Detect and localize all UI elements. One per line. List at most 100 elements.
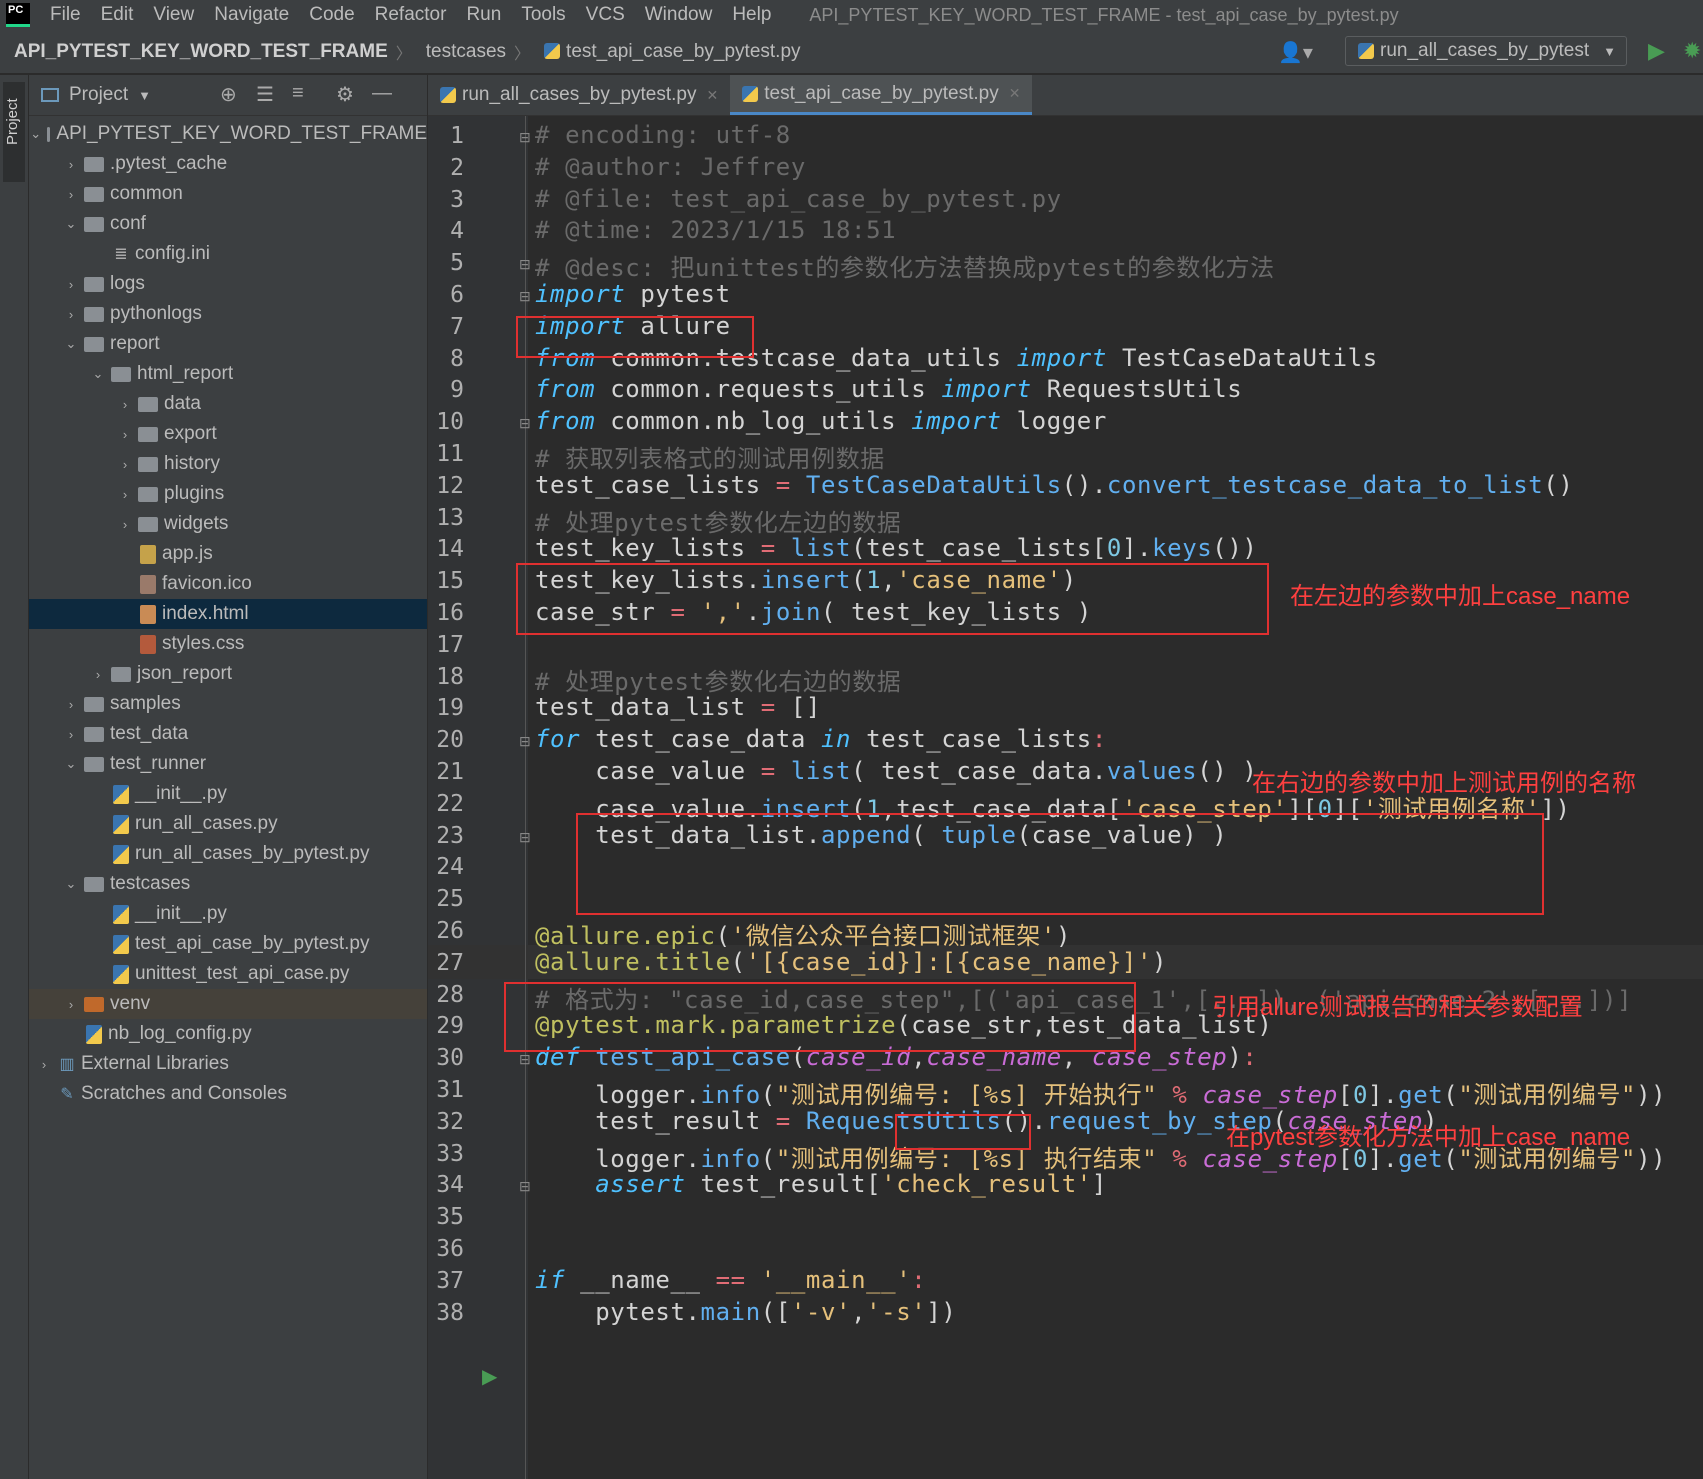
expand-all-icon[interactable]: ☰ (256, 82, 274, 107)
chevron-right-icon[interactable]: › (64, 307, 78, 322)
chevron-down-icon[interactable]: ⌄ (30, 126, 41, 142)
tree-item[interactable]: index.html (29, 599, 427, 629)
tab-test-api-case-by-pytest[interactable]: test_api_case_by_pytest.py ✕ (730, 75, 1033, 115)
tree-item[interactable]: › samples (29, 689, 427, 719)
chevron-down-icon[interactable]: ⌄ (64, 756, 78, 772)
tree-item[interactable]: unittest_test_api_case.py (29, 959, 427, 989)
menu-vcs[interactable]: VCS (586, 4, 625, 26)
chevron-down-icon[interactable]: ⌄ (64, 876, 78, 892)
chevron-right-icon[interactable]: › (118, 487, 132, 502)
fold-marker-icon[interactable]: ⊟ (519, 1178, 531, 1195)
chevron-right-icon[interactable]: › (37, 1057, 51, 1072)
tree-item[interactable]: › .pytest_cache (29, 149, 427, 179)
tree-item[interactable]: run_all_cases_by_pytest.py (29, 839, 427, 869)
collapse-all-icon[interactable]: ≡ (292, 82, 304, 105)
tree-item[interactable]: styles.css (29, 629, 427, 659)
chevron-right-icon[interactable]: › (64, 697, 78, 712)
chevron-down-icon[interactable]: ⌄ (91, 366, 105, 382)
tree-item-label: unittest_test_api_case.py (135, 963, 350, 984)
tree-item[interactable]: › venv (29, 989, 427, 1019)
menu-run[interactable]: Run (466, 4, 501, 26)
tree-item[interactable]: test_api_case_by_pytest.py (29, 929, 427, 959)
folder-icon (84, 216, 104, 232)
tree-item[interactable]: › logs (29, 269, 427, 299)
breadcrumb-file[interactable]: test_api_case_by_pytest.py (544, 41, 801, 63)
chevron-down-icon[interactable]: ⌄ (64, 336, 78, 352)
menu-edit[interactable]: Edit (101, 4, 134, 26)
menu-refactor[interactable]: Refactor (375, 4, 447, 26)
run-configuration-select[interactable]: run_all_cases_by_pytest ▼ (1345, 36, 1627, 66)
tree-item[interactable]: ⌄ test_runner (29, 749, 427, 779)
fold-marker-icon[interactable]: ⊟ (519, 733, 531, 750)
tree-item[interactable]: run_all_cases.py (29, 809, 427, 839)
code-token: = (760, 534, 776, 563)
tree-item[interactable]: › export (29, 419, 427, 449)
minimize-icon[interactable]: — (372, 82, 392, 105)
debug-bug-icon[interactable]: ✹ (1683, 38, 1701, 64)
chevron-right-icon[interactable]: › (64, 997, 78, 1012)
user-icon[interactable]: 👤▾ (1278, 40, 1313, 65)
tree-item[interactable]: __init__.py (29, 779, 427, 809)
menu-navigate[interactable]: Navigate (214, 4, 289, 26)
tree-item[interactable]: ⌄ html_report (29, 359, 427, 389)
fold-marker-icon[interactable]: ⊟ (519, 829, 531, 846)
chevron-right-icon[interactable]: › (91, 667, 105, 682)
breadcrumb-project[interactable]: API_PYTEST_KEY_WORD_TEST_FRAME (14, 41, 388, 63)
tab-run-all-cases-by-pytest[interactable]: run_all_cases_by_pytest.py ✕ (428, 75, 730, 115)
fold-marker-icon[interactable]: ⊟ (519, 288, 531, 305)
breadcrumb-testcases[interactable]: testcases (426, 41, 506, 63)
menu-window[interactable]: Window (645, 4, 713, 26)
js-file-icon (140, 544, 156, 564)
project-window-icon (41, 88, 59, 102)
close-icon[interactable]: ✕ (1009, 85, 1021, 102)
close-icon[interactable]: ✕ (706, 87, 718, 104)
chevron-right-icon[interactable]: › (64, 187, 78, 202)
chevron-right-icon[interactable]: › (64, 157, 78, 172)
tree-item[interactable]: app.js (29, 539, 427, 569)
menu-view[interactable]: View (153, 4, 194, 26)
tree-item[interactable]: › widgets (29, 509, 427, 539)
highlight-box-import-allure (516, 316, 754, 358)
tree-item[interactable]: › ▥ External Libraries (29, 1049, 427, 1079)
fold-marker-icon[interactable]: ⊟ (519, 415, 531, 432)
chevron-right-icon[interactable]: › (118, 397, 132, 412)
tree-item[interactable]: favicon.ico (29, 569, 427, 599)
menu-tools[interactable]: Tools (521, 4, 565, 26)
chevron-right-icon[interactable]: › (118, 517, 132, 532)
tree-item[interactable]: › pythonlogs (29, 299, 427, 329)
chevron-right-icon[interactable]: › (118, 457, 132, 472)
annotation-parametrize-case-name: 在pytest参数化方法中加上case_name (1226, 1124, 1631, 1151)
line-number: 9 (450, 377, 464, 404)
run-gutter-icon[interactable]: ▶ (482, 1364, 497, 1389)
chevron-down-icon[interactable]: ⌄ (64, 216, 78, 232)
tree-item[interactable]: ⌄ testcases (29, 869, 427, 899)
line-number: 21 (436, 759, 464, 785)
code-token: values (1106, 757, 1198, 785)
tree-item[interactable]: › data (29, 389, 427, 419)
chevron-right-icon[interactable]: › (64, 727, 78, 742)
tree-item[interactable]: nb_log_config.py (29, 1019, 427, 1049)
gear-icon[interactable]: ⚙ (336, 82, 354, 107)
menu-file[interactable]: File (50, 4, 81, 26)
run-button[interactable]: ▶ (1648, 38, 1665, 64)
menu-help[interactable]: Help (732, 4, 771, 26)
locate-crosshair-icon[interactable]: ⊕ (220, 82, 237, 107)
fold-marker-icon[interactable]: ⊟ (519, 129, 531, 146)
tree-item[interactable]: ⌄ report (29, 329, 427, 359)
tree-item[interactable]: ≣ config.ini (29, 239, 427, 269)
tree-item[interactable]: › test_data (29, 719, 427, 749)
tree-item[interactable]: › plugins (29, 479, 427, 509)
fold-marker-icon[interactable]: ⊟ (519, 256, 531, 273)
tree-item[interactable]: › history (29, 449, 427, 479)
chevron-right-icon[interactable]: › (118, 427, 132, 442)
tree-item[interactable]: › common (29, 179, 427, 209)
tree-item[interactable]: ⌄ API_PYTEST_KEY_WORD_TEST_FRAME (29, 119, 427, 149)
tree-item[interactable]: › json_report (29, 659, 427, 689)
tree-item[interactable]: ✎ Scratches and Consoles (29, 1079, 427, 1109)
tree-item[interactable]: __init__.py (29, 899, 427, 929)
annotation-left-params: 在左边的参数中加上case_name (1290, 583, 1631, 610)
tree-item[interactable]: ⌄ conf (29, 209, 427, 239)
menu-code[interactable]: Code (309, 4, 354, 26)
chevron-right-icon[interactable]: › (64, 277, 78, 292)
fold-marker-icon[interactable]: ⊟ (519, 1051, 531, 1068)
